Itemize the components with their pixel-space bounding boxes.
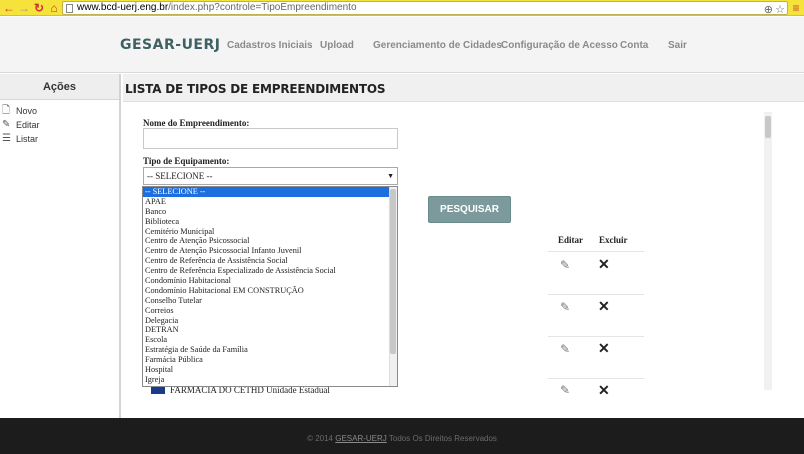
browser-menu-icon[interactable]: ≡ [791, 1, 801, 15]
address-bar[interactable]: www.bcd-uerj.eng.br/index.php?controle=T… [62, 1, 788, 16]
edit-icon[interactable]: ✎ [560, 258, 570, 272]
delete-icon[interactable]: ✕ [598, 382, 610, 399]
equipment-field-label: Tipo de Equipamento: [143, 156, 230, 166]
row-divider [548, 294, 644, 295]
title-bar: LISTA DE TIPOS DE EMPREENDIMENTOS [123, 74, 804, 102]
dropdown-option[interactable]: Centro de Atenção Psicossocial [143, 236, 390, 246]
footer-copyright: © 2014 [307, 434, 333, 443]
dropdown-option[interactable]: Delegacia [143, 316, 390, 326]
nav-gerenciamento-cidades[interactable]: Gerenciamento de Cidades [373, 40, 502, 51]
name-input[interactable] [143, 128, 398, 149]
column-header-delete: Excluir [599, 235, 628, 245]
dropdown-option[interactable]: Biblioteca [143, 217, 390, 227]
page-title: LISTA DE TIPOS DE EMPREENDIMENTOS [125, 82, 386, 96]
dropdown-option[interactable]: Condomínio Habitacional EM CONSTRUÇÃO [143, 286, 390, 296]
dropdown-option[interactable]: Banco [143, 207, 390, 217]
dropdown-option[interactable]: Farmácia Pública [143, 355, 390, 365]
home-icon[interactable]: ⌂ [47, 1, 61, 15]
dropdown-option[interactable]: Centro de Atenção Psicossocial Infanto J… [143, 246, 390, 256]
dropdown-scrollbar[interactable] [389, 187, 397, 386]
row-divider [548, 336, 644, 337]
dropdown-option[interactable]: Estratégia de Saúde da Família [143, 345, 390, 355]
delete-icon[interactable]: ✕ [598, 298, 610, 315]
state-flag-icon [151, 386, 165, 394]
dropdown-option[interactable]: Igreja [143, 375, 390, 385]
new-doc-icon: 🗋 [2, 105, 11, 116]
zoom-icon[interactable]: ⊕ [764, 4, 773, 16]
reload-icon[interactable]: ↻ [32, 1, 46, 15]
equipment-select-value: -- SELECIONE -- [147, 171, 213, 181]
page-icon [66, 4, 73, 13]
edit-icon[interactable]: ✎ [560, 342, 570, 356]
row-divider [548, 378, 644, 379]
url-path: /index.php?controle=TipoEmpreendimento [168, 2, 357, 13]
dropdown-scrollbar-thumb[interactable] [390, 189, 396, 354]
nav-sair[interactable]: Sair [668, 40, 687, 51]
page-scrollbar-thumb[interactable] [765, 116, 771, 138]
column-header-edit: Editar [558, 235, 584, 245]
dropdown-option[interactable]: Cemitério Municipal [143, 227, 390, 237]
dropdown-option[interactable]: Correios [143, 306, 390, 316]
dropdown-option[interactable]: -- SELECIONE -- [143, 187, 390, 197]
edit-icon[interactable]: ✎ [560, 383, 570, 397]
sidebar-item-editar[interactable]: ✎ Editar [0, 118, 119, 132]
page-scrollbar[interactable] [764, 112, 772, 390]
footer-rights: Todos Os Direitos Reservados [388, 434, 497, 443]
dropdown-option[interactable]: Hospital [143, 365, 390, 375]
nav-upload[interactable]: Upload [320, 40, 354, 51]
url-domain: www.bcd-uerj.eng.br [77, 2, 169, 13]
sidebar-item-label: Novo [16, 106, 38, 116]
forward-icon[interactable]: → [17, 1, 31, 15]
dropdown-options: -- SELECIONE -- APAE Banco Biblioteca Cemité… [143, 187, 390, 385]
edit-icon[interactable]: ✎ [560, 300, 570, 314]
dropdown-arrow-icon: ▼ [387, 172, 394, 180]
sidebar-item-label: Editar [16, 120, 40, 130]
delete-icon[interactable]: ✕ [598, 340, 610, 357]
dropdown-option[interactable]: Centro de Referência Especializado de As… [143, 266, 390, 276]
dropdown-option[interactable]: Condomínio Habitacional [143, 276, 390, 286]
dropdown-option[interactable]: DETRAN [143, 325, 390, 335]
site-header: GESAR-UERJ Cadastros Iniciais Upload Ger… [0, 17, 804, 73]
dropdown-option[interactable]: Conselho Tutelar [143, 296, 390, 306]
footer: © 2014 GESAR-UERJ Todos Os Direitos Rese… [0, 418, 804, 454]
search-button[interactable]: PESQUISAR [428, 196, 511, 223]
nav-conta[interactable]: Conta [620, 40, 648, 51]
footer-link[interactable]: GESAR-UERJ [335, 434, 387, 443]
delete-icon[interactable]: ✕ [598, 256, 610, 273]
equipment-select[interactable]: -- SELECIONE -- ▼ [143, 167, 398, 185]
pencil-icon: ✎ [2, 119, 11, 130]
row-divider [548, 251, 644, 252]
list-icon: ☰ [2, 133, 11, 144]
sidebar-item-listar[interactable]: ☰ Listar [0, 132, 119, 146]
sidebar-title: Ações [0, 74, 119, 100]
back-icon[interactable]: ← [2, 1, 16, 15]
name-field-label: Nome do Empreendimento: [143, 118, 250, 128]
bookmark-star-icon[interactable]: ☆ [775, 4, 785, 16]
sidebar-item-label: Listar [16, 134, 39, 144]
dropdown-option[interactable]: Centro de Referência de Assistência Soci… [143, 256, 390, 266]
browser-toolbar: ← → ↻ ⌂ www.bcd-uerj.eng.br/index.php?co… [0, 0, 804, 16]
equipment-dropdown-list[interactable]: -- SELECIONE -- APAE Banco Biblioteca Cemité… [142, 186, 398, 387]
nav-configuracao-acesso[interactable]: Configuração de Acesso [501, 40, 618, 51]
sidebar-item-novo[interactable]: 🗋 Novo [0, 104, 119, 118]
dropdown-option[interactable]: APAE [143, 197, 390, 207]
sidebar: Ações 🗋 Novo ✎ Editar ☰ Listar [0, 74, 121, 418]
brand-logo[interactable]: GESAR-UERJ [120, 37, 220, 53]
nav-cadastros-iniciais[interactable]: Cadastros Iniciais [227, 40, 313, 51]
dropdown-option[interactable]: Escola [143, 335, 390, 345]
